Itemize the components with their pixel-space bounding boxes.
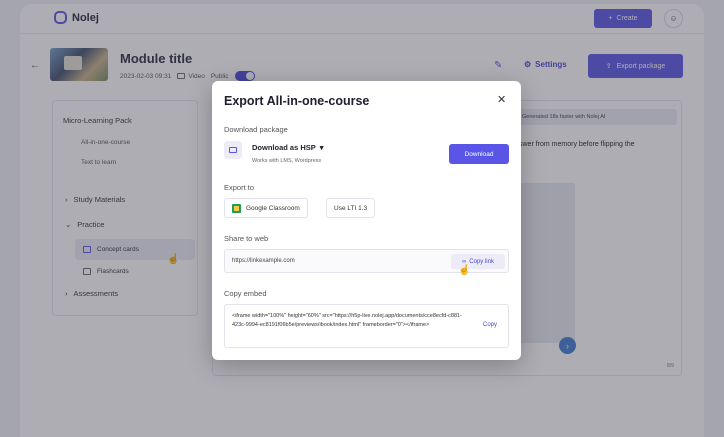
copy-embed-button[interactable]: Copy: [483, 322, 497, 328]
export-section-label: Export to: [224, 183, 255, 192]
embed-section-label: Copy embed: [224, 289, 267, 298]
close-icon[interactable]: ✕: [497, 93, 506, 106]
link-icon: ∞: [462, 258, 467, 265]
google-classroom-button[interactable]: Google Classroom: [224, 198, 308, 218]
google-classroom-icon: [232, 203, 241, 213]
hsp-label: Download as HSP: [252, 143, 316, 152]
export-modal: Export All-in-one-course ✕ Download pack…: [212, 81, 521, 360]
embed-code: <iframe width="100%" height="60%" src="h…: [232, 313, 462, 328]
download-button[interactable]: Download: [449, 144, 509, 164]
share-url: https://linkexample.com: [232, 258, 295, 264]
package-icon: [224, 141, 242, 159]
hsp-description: Works with LMS, Wordpress: [252, 158, 322, 164]
download-section-label: Download package: [224, 125, 288, 134]
share-section-label: Share to web: [224, 234, 269, 243]
google-classroom-label: Google Classroom: [246, 204, 300, 212]
lti-button[interactable]: Use LTI 1.3: [326, 198, 376, 218]
download-format-select[interactable]: Download as HSP ▾: [252, 143, 324, 152]
caret-down-icon: ▾: [319, 143, 324, 152]
embed-code-field[interactable]: <iframe width="100%" height="60%" src="h…: [224, 304, 509, 348]
copy-link-label: Copy link: [469, 258, 494, 265]
modal-title: Export All-in-one-course: [224, 94, 370, 108]
mouse-cursor-icon: ☝: [458, 265, 471, 276]
